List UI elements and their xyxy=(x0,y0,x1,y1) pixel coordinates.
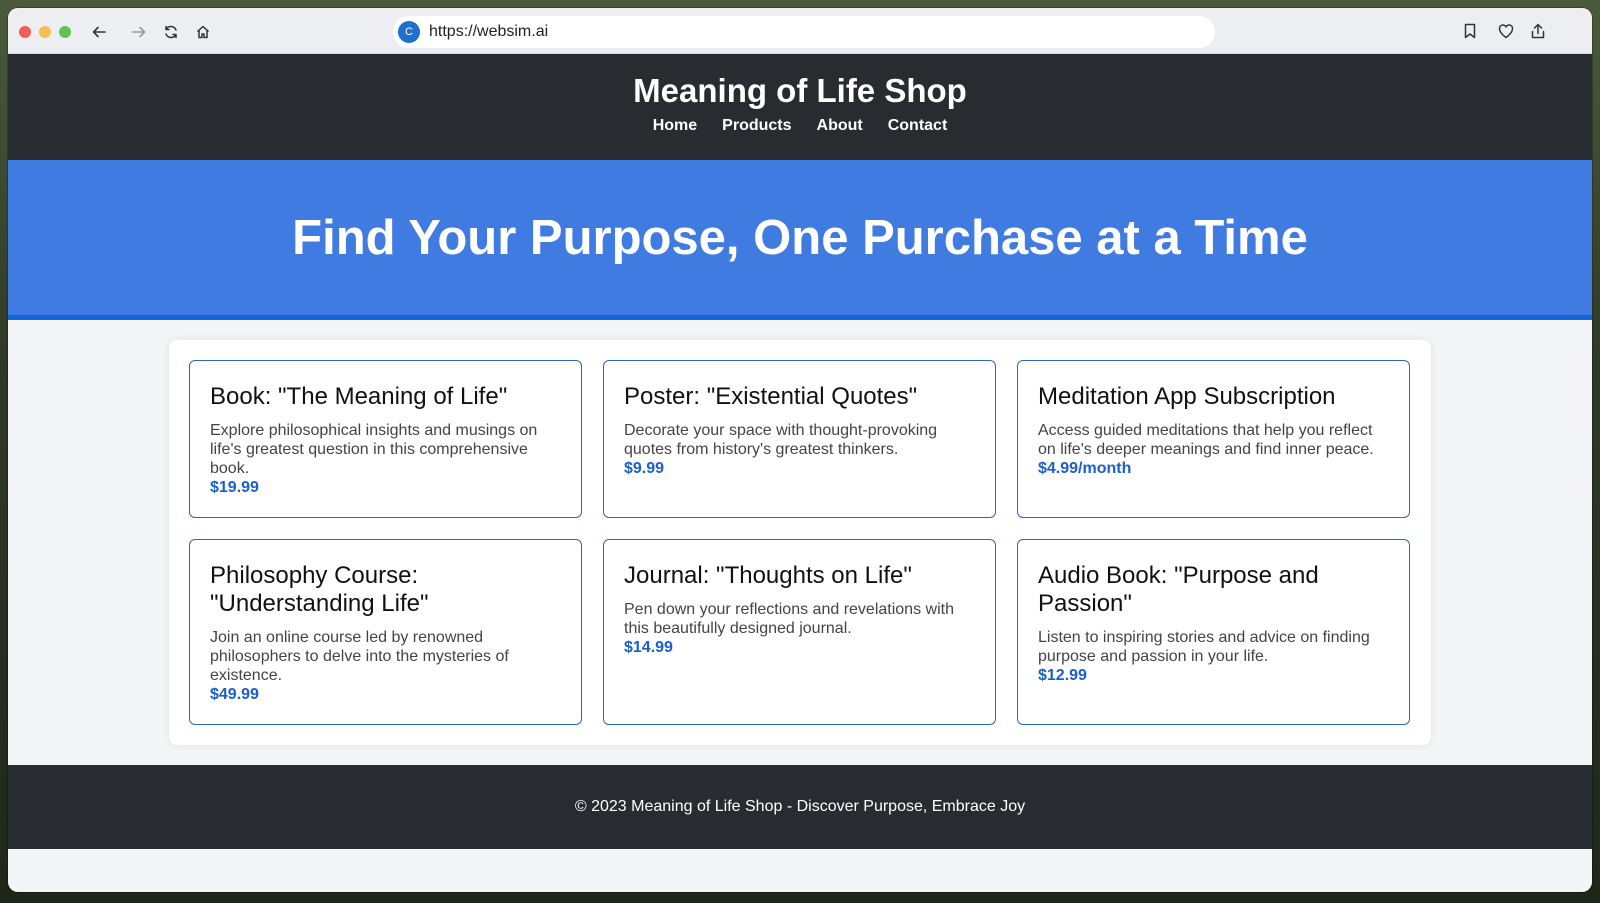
nav-link-products[interactable]: Products xyxy=(722,117,791,135)
product-title: Journal: "Thoughts on Life" xyxy=(624,562,912,589)
maximize-window-button[interactable] xyxy=(59,26,71,38)
nav-link-about[interactable]: About xyxy=(817,117,863,135)
product-description: Decorate your space with thought-provoki… xyxy=(624,422,938,458)
product-price: $4.99/month xyxy=(1038,460,1132,477)
product-card[interactable]: Meditation App Subscription Access guide… xyxy=(1017,360,1410,518)
nav-link-contact[interactable]: Contact xyxy=(888,117,948,135)
home-icon[interactable] xyxy=(193,22,213,42)
site-footer: © 2023 Meaning of Life Shop - Discover P… xyxy=(8,765,1592,849)
product-price: $14.99 xyxy=(624,639,673,656)
product-price: $19.99 xyxy=(210,479,259,496)
product-card[interactable]: Philosophy Course: "Understanding Life" … xyxy=(189,539,582,725)
product-card[interactable]: Journal: "Thoughts on Life" Pen down you… xyxy=(603,539,996,725)
product-title: Audio Book: "Purpose and Passion" xyxy=(1038,562,1319,617)
back-arrow-icon[interactable] xyxy=(89,22,109,42)
site-favicon-icon: C xyxy=(398,21,420,43)
product-card[interactable]: Book: "The Meaning of Life" Explore phil… xyxy=(189,360,582,518)
footer-copyright: © 2023 Meaning of Life Shop - Discover P… xyxy=(574,798,1026,815)
product-card[interactable]: Audio Book: "Purpose and Passion" Listen… xyxy=(1017,539,1410,725)
product-title: Poster: "Existential Quotes" xyxy=(624,383,918,410)
site-header: Meaning of Life Shop Home Products About… xyxy=(8,54,1592,160)
product-description: Explore philosophical insights and musin… xyxy=(210,422,538,477)
close-window-button[interactable] xyxy=(19,26,31,38)
main-nav: Home Products About Contact xyxy=(8,117,1592,135)
product-description: Access guided meditations that help you … xyxy=(1038,422,1374,458)
product-description: Listen to inspiring stories and advice o… xyxy=(1038,629,1370,665)
site-title: Meaning of Life Shop xyxy=(633,72,967,109)
products-section: Book: "The Meaning of Life" Explore phil… xyxy=(8,320,1592,765)
product-price: $49.99 xyxy=(210,686,259,703)
minimize-window-button[interactable] xyxy=(39,26,51,38)
browser-window: C https://websim.ai Meaning of Life Shop… xyxy=(8,8,1592,892)
window-controls xyxy=(19,26,71,38)
share-icon[interactable] xyxy=(1527,20,1549,42)
hero-headline: Find Your Purpose, One Purchase at a Tim… xyxy=(292,210,1308,265)
heart-icon[interactable] xyxy=(1495,20,1517,42)
product-title: Philosophy Course: "Understanding Life" xyxy=(210,562,429,617)
forward-arrow-icon[interactable] xyxy=(129,22,149,42)
url-text[interactable]: https://websim.ai xyxy=(429,23,548,41)
product-title: Meditation App Subscription xyxy=(1038,383,1336,410)
reload-icon[interactable] xyxy=(161,22,181,42)
address-bar[interactable]: C https://websim.ai xyxy=(393,16,1215,48)
hero-banner: Find Your Purpose, One Purchase at a Tim… xyxy=(8,160,1592,320)
product-grid: Book: "The Meaning of Life" Explore phil… xyxy=(169,340,1431,745)
browser-toolbar: C https://websim.ai xyxy=(8,8,1592,54)
product-price: $12.99 xyxy=(1038,667,1087,684)
product-description: Pen down your reflections and revelation… xyxy=(624,601,954,637)
product-price: $9.99 xyxy=(624,460,665,477)
nav-link-home[interactable]: Home xyxy=(653,117,697,135)
bookmark-icon[interactable] xyxy=(1459,20,1481,42)
product-card[interactable]: Poster: "Existential Quotes" Decorate yo… xyxy=(603,360,996,518)
product-title: Book: "The Meaning of Life" xyxy=(210,383,508,410)
product-description: Join an online course led by renowned ph… xyxy=(210,629,509,684)
